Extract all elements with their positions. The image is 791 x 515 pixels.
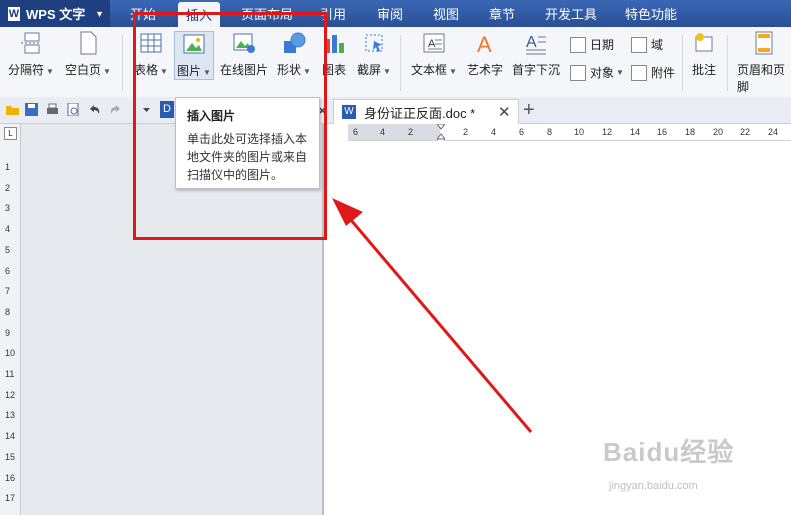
watermark-url: jingyan.baidu.com bbox=[609, 480, 698, 492]
watermark-logo: Baidu经验 bbox=[603, 437, 735, 467]
